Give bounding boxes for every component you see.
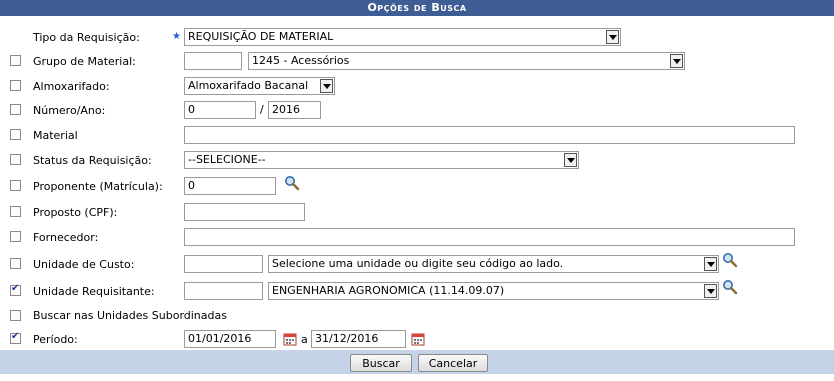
periodo-fim-input[interactable]: 31/12/2016 [311,330,406,348]
periodo-label: Período: [33,333,78,346]
requisitante-label: Unidade Requisitante: [33,285,155,298]
status-label: Status da Requisição: [33,154,152,167]
form-footer [0,350,834,374]
chevron-down-icon [704,257,717,271]
custo-label: Unidade de Custo: [33,258,135,271]
chevron-down-icon [564,153,577,167]
requisitante-select[interactable]: ENGENHARIA AGRONOMICA (11.14.09.07) [268,282,719,300]
requisitante-code-input[interactable] [184,282,263,300]
fornecedor-input[interactable] [184,228,795,246]
proponente-label: Proponente (Matrícula): [33,180,163,193]
chevron-down-icon [704,284,717,298]
proposto-input[interactable] [184,203,305,221]
ano-input[interactable]: 2016 [268,101,321,119]
chevron-down-icon [320,79,333,93]
star-icon: ★ [172,31,181,42]
grupo-checkbox[interactable] [10,55,21,66]
numero-label: Número/Ano: [33,104,106,117]
custo-select[interactable]: Selecione uma unidade ou digite seu códi… [268,255,719,273]
status-value: --SELECIONE-- [188,153,266,166]
grupo-label: Grupo de Material: [33,55,136,68]
material-checkbox[interactable] [10,129,21,140]
magnifier-icon[interactable] [284,175,300,191]
grupo-select[interactable]: 1245 - Acessórios [248,52,685,70]
fornecedor-label: Fornecedor: [33,231,99,244]
numero-input[interactable]: 0 [184,101,256,119]
numero-checkbox[interactable] [10,104,21,115]
proposto-checkbox[interactable] [10,206,21,217]
tipo-value: REQUISIÇÃO DE MATERIAL [188,30,334,43]
cancelar-button[interactable]: Cancelar [418,354,488,372]
periodo-separator: a [301,333,308,346]
status-checkbox[interactable] [10,154,21,165]
magnifier-icon[interactable] [722,279,738,295]
requisitante-checkbox[interactable] [10,283,21,296]
proponente-input[interactable]: 0 [184,177,276,195]
subordinadas-checkbox[interactable] [10,310,21,321]
material-label: Material [33,129,78,142]
tipo-select[interactable]: REQUISIÇÃO DE MATERIAL [184,28,621,46]
grupo-code-input[interactable] [184,52,242,70]
custo-value: Selecione uma unidade ou digite seu códi… [272,257,564,270]
almox-checkbox[interactable] [10,80,21,91]
grupo-value: 1245 - Acessórios [252,54,350,67]
periodo-checkbox[interactable] [10,331,21,344]
almox-select[interactable]: Almoxarifado Bacanal [184,77,335,95]
chevron-down-icon [670,54,683,68]
calendar-icon[interactable] [411,332,425,346]
magnifier-icon[interactable] [722,252,738,268]
buscar-button[interactable]: Buscar [350,354,412,372]
section-title: Opções de Busca [0,0,834,16]
periodo-inicio-input[interactable]: 01/01/2016 [184,330,276,348]
material-input[interactable] [184,126,795,144]
calendar-icon[interactable] [283,332,297,346]
almox-label: Almoxarifado: [33,80,110,93]
proponente-checkbox[interactable] [10,180,21,191]
chevron-down-icon [606,30,619,44]
proposto-label: Proposto (CPF): [33,206,118,219]
custo-checkbox[interactable] [10,258,21,269]
custo-code-input[interactable] [184,255,263,273]
status-select[interactable]: --SELECIONE-- [184,151,579,169]
subordinadas-label: Buscar nas Unidades Subordinadas [33,309,227,322]
numero-separator: / [260,103,264,116]
fornecedor-checkbox[interactable] [10,231,21,242]
requisitante-value: ENGENHARIA AGRONOMICA (11.14.09.07) [272,284,505,297]
almox-value: Almoxarifado Bacanal [188,79,309,92]
tipo-label: Tipo da Requisição: [33,31,140,44]
